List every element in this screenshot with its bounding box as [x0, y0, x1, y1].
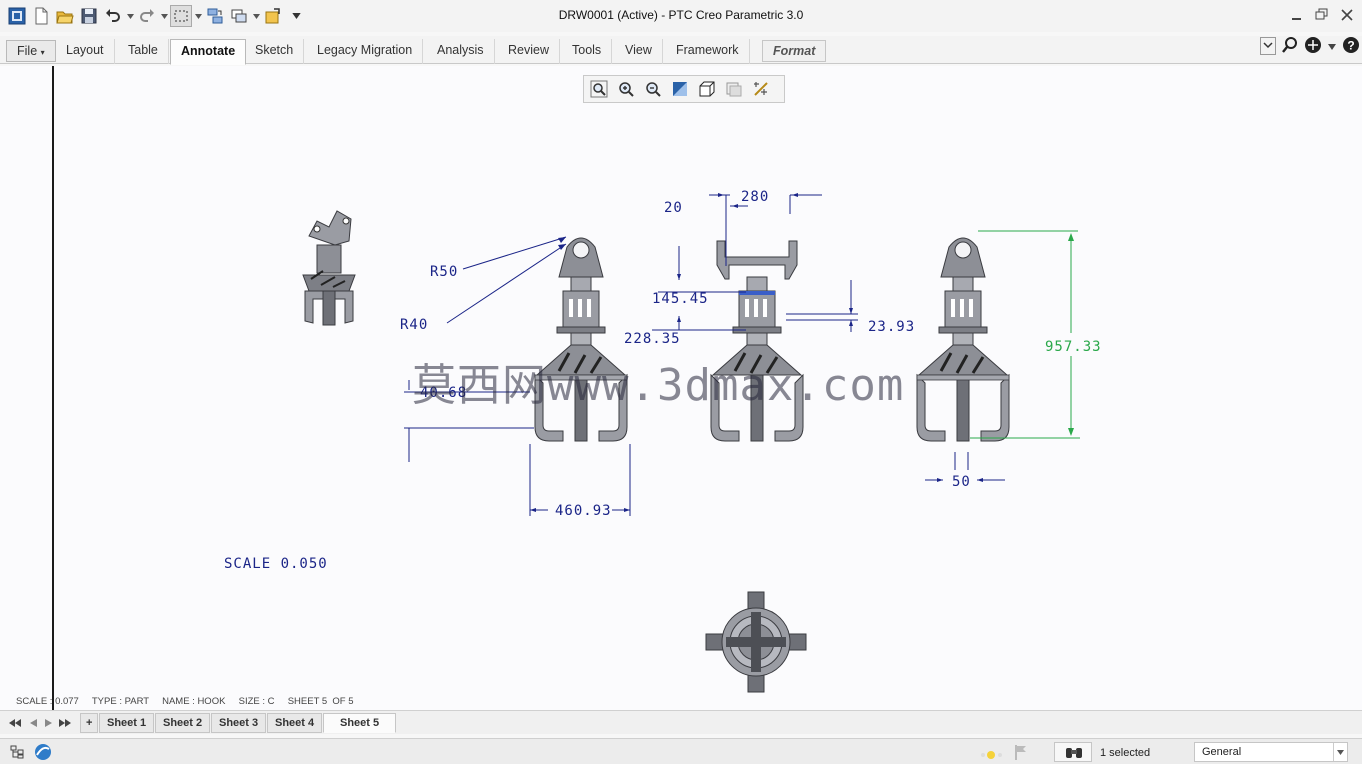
- dim-r40[interactable]: R40: [400, 317, 428, 333]
- dim-228-35[interactable]: 228.35: [624, 331, 681, 347]
- dim-957-33[interactable]: 957.33: [1045, 339, 1102, 355]
- isometric-view: [302, 210, 356, 326]
- tab-annotate[interactable]: Annotate: [170, 39, 247, 65]
- binoculars-icon: [1066, 748, 1082, 758]
- tab-tools[interactable]: Tools: [562, 39, 613, 64]
- drawing-canvas[interactable]: R50 R40 20 280 145.45 228.35 23.93 460.9…: [0, 66, 1362, 710]
- ribbon-tab-bar: File ▾ Layout Table Annotate Sketch Lega…: [0, 36, 1362, 65]
- window-title: DRW0001 (Active) - PTC Creo Parametric 3…: [558, 8, 804, 22]
- restore-icon[interactable]: [1315, 8, 1329, 22]
- title-bar: DRW0001 (Active) - PTC Creo Parametric 3…: [0, 0, 1362, 32]
- community-icon[interactable]: [1304, 36, 1322, 57]
- dim-145-45[interactable]: 145.45: [652, 291, 709, 307]
- tab-view[interactable]: View: [615, 39, 663, 64]
- first-sheet-icon[interactable]: [8, 716, 22, 730]
- dim-460-93[interactable]: 460.93: [555, 503, 612, 519]
- top-view: [705, 591, 807, 693]
- dim-20[interactable]: 20: [664, 200, 683, 216]
- selection-filter-value: General: [1202, 746, 1242, 758]
- find-button[interactable]: [1054, 742, 1092, 762]
- dim-r50[interactable]: R50: [430, 264, 458, 280]
- dim-23-93[interactable]: 23.93: [868, 319, 915, 335]
- chevron-down-icon[interactable]: [1333, 743, 1347, 761]
- sheet-tab-bar: + Sheet 1 Sheet 2 Sheet 3 Sheet 4 Sheet …: [0, 710, 1362, 734]
- help-icon[interactable]: ?: [1342, 36, 1360, 57]
- tab-analysis[interactable]: Analysis: [427, 39, 495, 64]
- scale-note[interactable]: SCALE 0.050: [224, 556, 328, 572]
- previous-sheet-icon[interactable]: [26, 716, 40, 730]
- sheet-tab-4[interactable]: Sheet 4: [267, 713, 323, 733]
- regeneration-status-icon: [980, 748, 1006, 762]
- selection-filter-select[interactable]: General: [1194, 742, 1348, 762]
- model-tree-toggle-icon[interactable]: [10, 745, 24, 762]
- tab-framework[interactable]: Framework: [666, 39, 750, 64]
- close-icon[interactable]: [1340, 8, 1354, 22]
- sheet-tab-3[interactable]: Sheet 3: [211, 713, 267, 733]
- selection-count: 1 selected: [1100, 747, 1151, 759]
- tab-layout[interactable]: Layout: [56, 39, 115, 64]
- search-icon[interactable]: [1282, 36, 1298, 56]
- tab-format[interactable]: Format: [762, 40, 827, 62]
- file-menu-label: File: [17, 44, 38, 58]
- minimize-icon[interactable]: [1290, 8, 1304, 22]
- last-sheet-icon[interactable]: [58, 716, 72, 730]
- svg-text:?: ?: [1347, 38, 1354, 52]
- sheet-tab-5[interactable]: Sheet 5: [323, 713, 397, 733]
- dim-280[interactable]: 280: [741, 189, 769, 205]
- sheet-tab-1[interactable]: Sheet 1: [99, 713, 155, 733]
- tab-review[interactable]: Review: [498, 39, 560, 64]
- browser-toggle-icon[interactable]: [34, 743, 52, 764]
- message-flag-icon[interactable]: [1014, 744, 1028, 763]
- ribbon-help-area: ?: [1260, 36, 1360, 56]
- add-sheet-button[interactable]: +: [80, 713, 99, 733]
- sheet-info: SCALE : 0.077 TYPE : PART NAME : HOOK SI…: [16, 696, 354, 707]
- status-bar: 1 selected General: [0, 738, 1362, 764]
- dim-50[interactable]: 50: [952, 474, 971, 490]
- community-dropdown-icon[interactable]: [1328, 39, 1336, 53]
- tab-sketch[interactable]: Sketch: [245, 39, 305, 64]
- file-menu-button[interactable]: File ▾: [6, 40, 56, 62]
- next-sheet-icon[interactable]: [41, 716, 55, 730]
- ribbon-collapse-icon[interactable]: [1260, 37, 1276, 55]
- dimension-lines-green: [970, 230, 1080, 439]
- right-view: [915, 236, 1011, 443]
- sheet-tab-2[interactable]: Sheet 2: [155, 713, 211, 733]
- tab-legacy-migration[interactable]: Legacy Migration: [307, 39, 424, 64]
- tab-table[interactable]: Table: [118, 39, 169, 64]
- watermark: 莫西网www.3dmax.com: [412, 360, 905, 411]
